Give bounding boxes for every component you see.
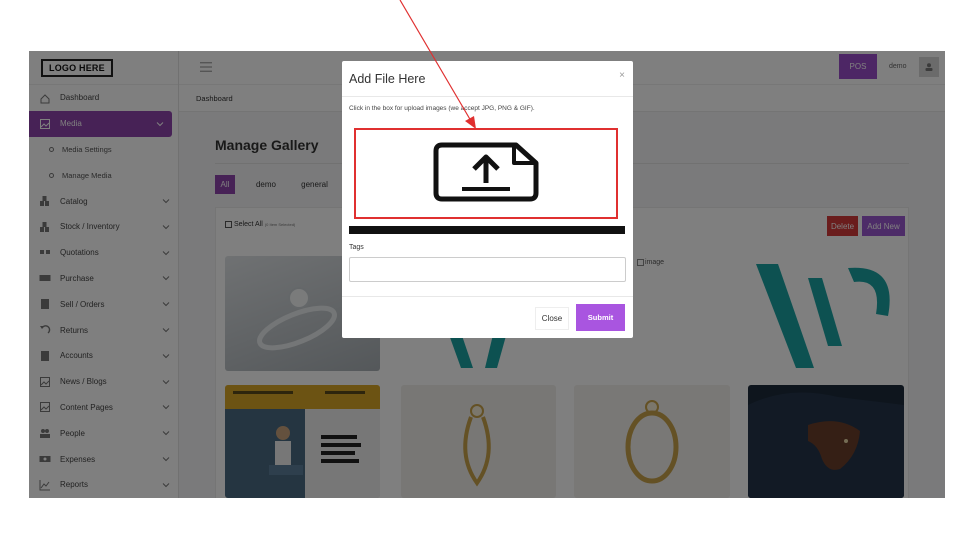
close-button[interactable]: Close	[535, 307, 569, 330]
submit-button[interactable]: Submit	[576, 304, 625, 331]
modal-title: Add File Here	[349, 72, 426, 86]
image-strip	[349, 226, 625, 234]
add-file-modal: Add File Here × Click in the box for upl…	[342, 61, 633, 338]
upload-hint: Click in the box for upload images (we a…	[349, 105, 535, 112]
tags-label: Tags	[349, 244, 364, 251]
tags-input[interactable]	[349, 257, 626, 282]
close-icon[interactable]: ×	[619, 70, 625, 81]
divider	[342, 296, 633, 297]
upload-drop-zone[interactable]	[349, 122, 625, 237]
annotation-highlight-box	[354, 128, 618, 219]
app-screen: LOGO HERE DashboardMediaMedia SettingsMa…	[29, 51, 945, 498]
divider	[342, 96, 633, 97]
